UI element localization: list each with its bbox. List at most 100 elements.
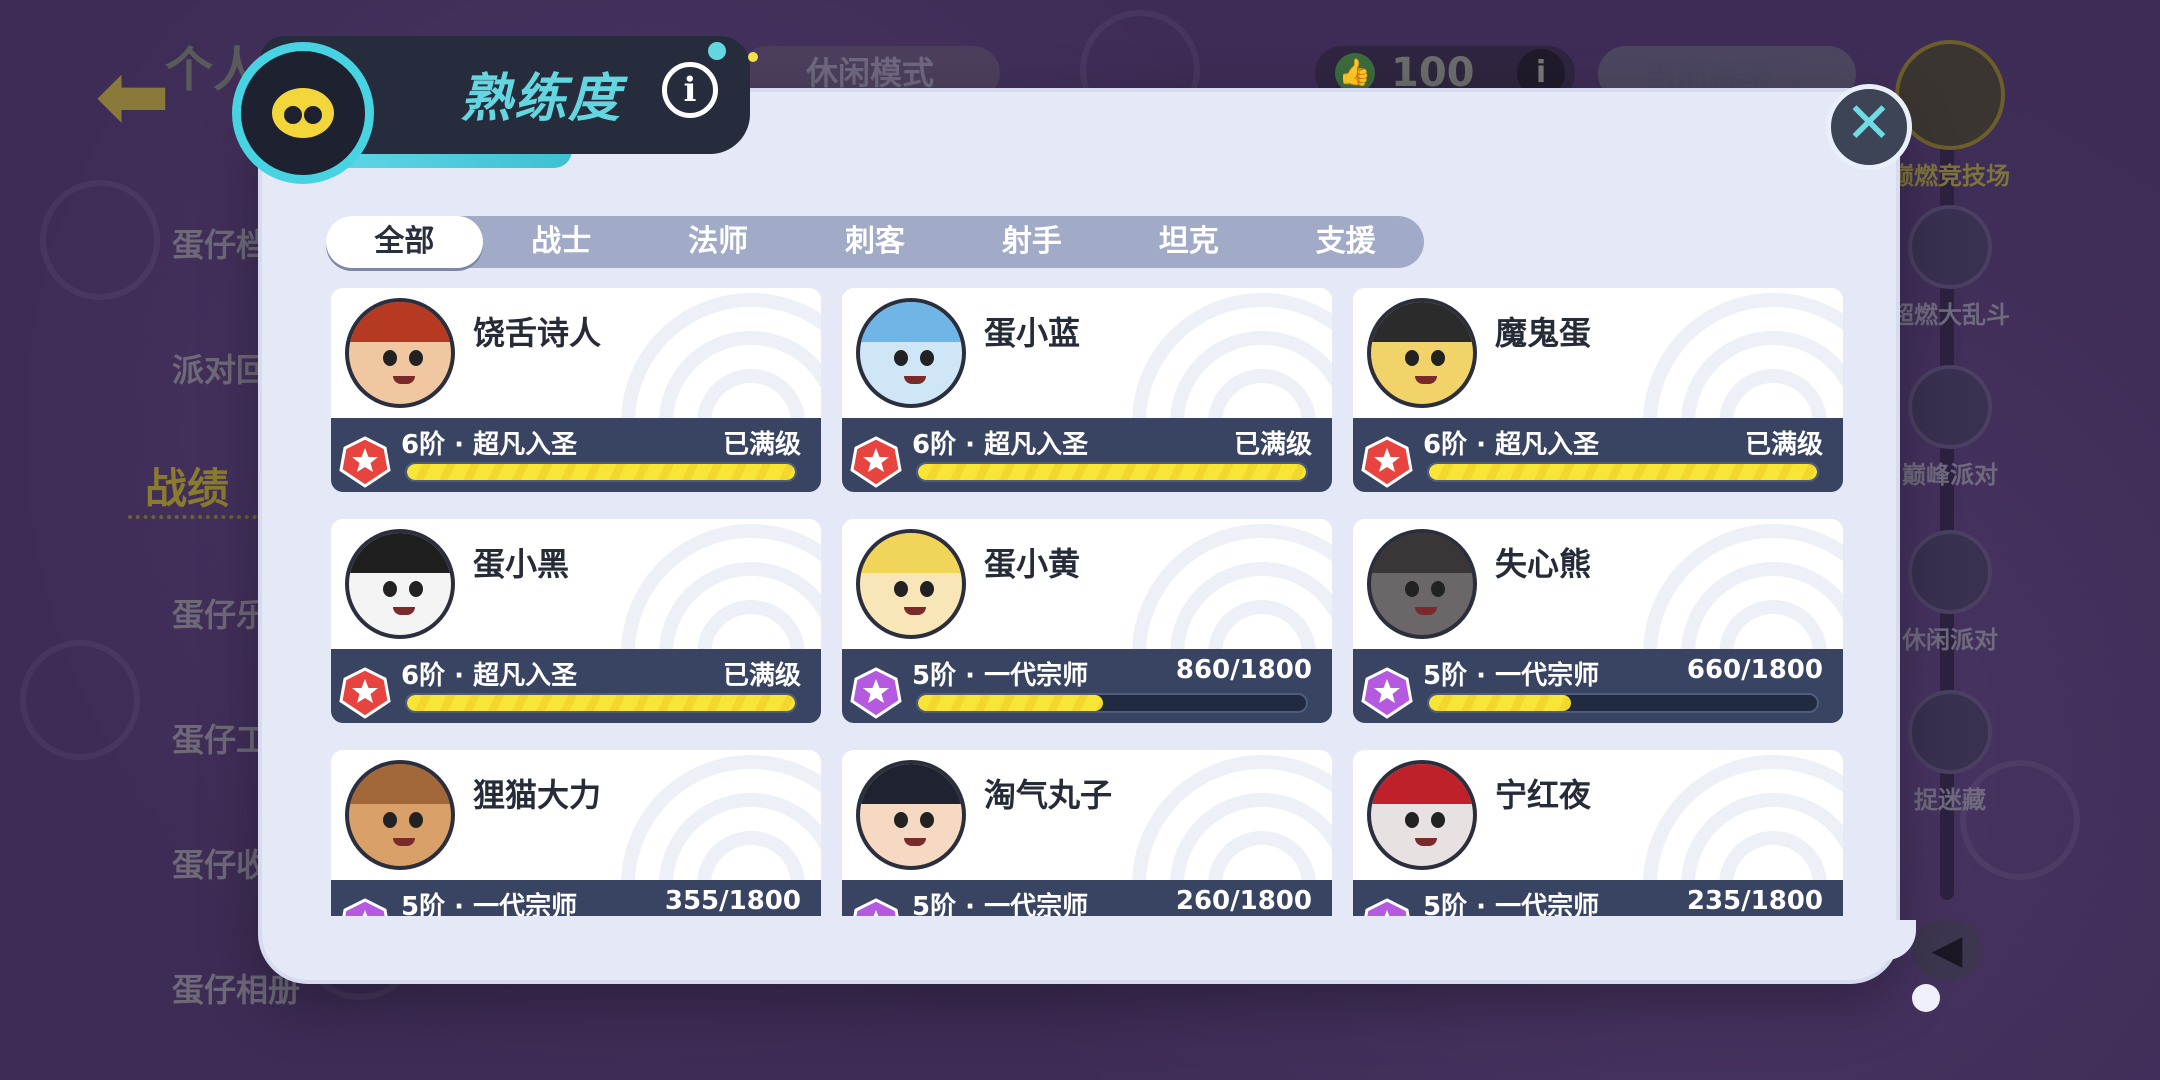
card-header: 宁红夜 bbox=[1353, 750, 1843, 880]
tab-mage[interactable]: 法师 bbox=[640, 216, 797, 268]
avatar-eye bbox=[1405, 350, 1419, 366]
rank-label: 6阶 · 超凡入圣 bbox=[401, 661, 578, 691]
left-menu-item-active[interactable]: 战绩 bbox=[145, 455, 229, 516]
proficiency-emblem-icon bbox=[232, 42, 374, 184]
avatar-eye bbox=[1431, 350, 1445, 366]
avatar-mouth bbox=[1415, 607, 1437, 615]
progress-track bbox=[916, 462, 1308, 482]
tab-marksman[interactable]: 射手 bbox=[953, 216, 1110, 268]
avatar-mouth bbox=[1415, 838, 1437, 846]
character-card[interactable]: 失心熊 5阶 · 一代宗师 660/1800 bbox=[1353, 519, 1843, 723]
left-menu-item[interactable]: 蛋仔档 bbox=[172, 220, 268, 266]
character-avatar bbox=[1367, 760, 1477, 870]
progress-track bbox=[1427, 462, 1819, 482]
card-header: 饶舌诗人 bbox=[331, 288, 821, 418]
avatar-mouth bbox=[904, 607, 926, 615]
right-menu-label: 巅峰派对 bbox=[1902, 461, 1998, 489]
rank-label: 5阶 · 一代宗师 bbox=[1423, 661, 1600, 691]
tab-all[interactable]: 全部 bbox=[326, 216, 483, 268]
info-icon[interactable]: i bbox=[662, 62, 718, 118]
info-icon[interactable]: i bbox=[1517, 49, 1565, 97]
character-card[interactable]: 狸猫大力 5阶 · 一代宗师 355/1800 bbox=[331, 750, 821, 916]
progress-track bbox=[405, 693, 797, 713]
progress-label: 860/1800 bbox=[1175, 655, 1312, 685]
rank-star-icon bbox=[853, 898, 899, 916]
character-name: 魔鬼蛋 bbox=[1495, 314, 1592, 352]
progress-label: 已满级 bbox=[1744, 430, 1823, 460]
left-menu-item[interactable]: 蛋仔乐 bbox=[172, 590, 268, 636]
card-header: 蛋小黄 bbox=[842, 519, 1332, 649]
right-menu-label: 超燃大乱斗 bbox=[1890, 301, 2010, 329]
character-card[interactable]: 蛋小黄 5阶 · 一代宗师 860/1800 bbox=[842, 519, 1332, 723]
sparkle-decoration bbox=[708, 42, 726, 60]
tab-tank[interactable]: 坦克 bbox=[1110, 216, 1267, 268]
progress-fill bbox=[407, 695, 795, 711]
progress-label: 235/1800 bbox=[1686, 886, 1823, 916]
rank-label: 6阶 · 超凡入圣 bbox=[1423, 430, 1600, 460]
progress-label: 已满级 bbox=[1233, 430, 1312, 460]
progress-fill bbox=[1429, 695, 1572, 711]
character-name: 失心熊 bbox=[1495, 545, 1592, 583]
card-header: 狸猫大力 bbox=[331, 750, 821, 880]
character-name: 饶舌诗人 bbox=[473, 314, 602, 352]
avatar-hair bbox=[349, 764, 451, 804]
avatar-mouth bbox=[393, 607, 415, 615]
character-avatar bbox=[1367, 298, 1477, 408]
avatar-hair bbox=[349, 302, 451, 342]
left-menu-item[interactable]: 蛋仔工 bbox=[172, 715, 268, 761]
rank-label: 6阶 · 超凡入圣 bbox=[912, 430, 1089, 460]
rank-star-icon bbox=[850, 436, 902, 488]
left-menu-item[interactable]: 蛋仔收 bbox=[172, 840, 268, 886]
hide-seek-icon bbox=[1908, 690, 1992, 774]
avatar-eye bbox=[383, 812, 397, 828]
tab-support[interactable]: 支援 bbox=[1267, 216, 1424, 268]
tab-warrior[interactable]: 战士 bbox=[483, 216, 640, 268]
avatar-eye bbox=[383, 581, 397, 597]
left-menu-item[interactable]: 蛋仔相册 bbox=[172, 965, 300, 1011]
tab-assassin[interactable]: 刺客 bbox=[797, 216, 954, 268]
proficiency-bar: 5阶 · 一代宗师 860/1800 bbox=[842, 649, 1332, 723]
rank-label: 5阶 · 一代宗师 bbox=[401, 892, 578, 916]
character-avatar bbox=[345, 298, 455, 408]
progress-track bbox=[405, 462, 797, 482]
character-card[interactable]: 淘气丸子 5阶 · 一代宗师 260/1800 bbox=[842, 750, 1332, 916]
character-name: 蛋小蓝 bbox=[984, 314, 1081, 352]
avatar-mouth bbox=[393, 838, 415, 846]
progress-label: 660/1800 bbox=[1686, 655, 1823, 685]
character-name: 宁红夜 bbox=[1495, 776, 1592, 814]
progress-label: 355/1800 bbox=[664, 886, 801, 916]
rank-label: 5阶 · 一代宗师 bbox=[912, 892, 1089, 916]
progress-fill bbox=[407, 464, 795, 480]
character-card[interactable]: 宁红夜 5阶 · 一代宗师 235/1800 bbox=[1353, 750, 1843, 916]
card-header: 失心熊 bbox=[1353, 519, 1843, 649]
avatar-hair bbox=[860, 533, 962, 573]
close-icon[interactable]: ✕ bbox=[1826, 84, 1912, 170]
right-menu-item[interactable]: 捉迷藏 bbox=[1890, 690, 2010, 815]
character-avatar bbox=[345, 760, 455, 870]
progress-label: 已满级 bbox=[722, 661, 801, 691]
proficiency-bar: 5阶 · 一代宗师 660/1800 bbox=[1353, 649, 1843, 723]
right-menu-label: 巅燃竞技场 bbox=[1890, 162, 2010, 190]
proficiency-bar: 5阶 · 一代宗师 260/1800 bbox=[842, 880, 1332, 916]
modal-dot bbox=[1912, 984, 1940, 1012]
collapse-left-icon[interactable]: ◀ bbox=[1912, 920, 1982, 980]
card-header: 魔鬼蛋 bbox=[1353, 288, 1843, 418]
avatar-mouth bbox=[904, 376, 926, 384]
right-menu-item[interactable]: 休闲派对 bbox=[1890, 530, 2010, 655]
right-menu-item[interactable]: 巅峰派对 bbox=[1890, 365, 2010, 490]
chevron-down-icon: ⌄ bbox=[1782, 55, 1810, 93]
character-card[interactable]: 蛋小黑 6阶 · 超凡入圣 已满级 bbox=[331, 519, 821, 723]
proficiency-bar: 5阶 · 一代宗师 355/1800 bbox=[331, 880, 821, 916]
character-card[interactable]: 饶舌诗人 6阶 · 超凡入圣 已满级 bbox=[331, 288, 821, 492]
rank-label: 5阶 · 一代宗师 bbox=[1423, 892, 1600, 916]
character-name: 蛋小黄 bbox=[984, 545, 1081, 583]
right-menu-item[interactable]: 超燃大乱斗 bbox=[1890, 205, 2010, 330]
character-grid[interactable]: 饶舌诗人 6阶 · 超凡入圣 已满级 蛋小蓝 6阶 · 超凡入圣 已满级 魔鬼蛋… bbox=[331, 288, 1845, 916]
avatar-eye bbox=[383, 350, 397, 366]
avatar-eye bbox=[894, 812, 908, 828]
progress-track bbox=[916, 693, 1308, 713]
character-card[interactable]: 魔鬼蛋 6阶 · 超凡入圣 已满级 bbox=[1353, 288, 1843, 492]
left-menu-item[interactable]: 派对回 bbox=[172, 345, 268, 391]
proficiency-bar: 6阶 · 超凡入圣 已满级 bbox=[331, 418, 821, 492]
character-card[interactable]: 蛋小蓝 6阶 · 超凡入圣 已满级 bbox=[842, 288, 1332, 492]
